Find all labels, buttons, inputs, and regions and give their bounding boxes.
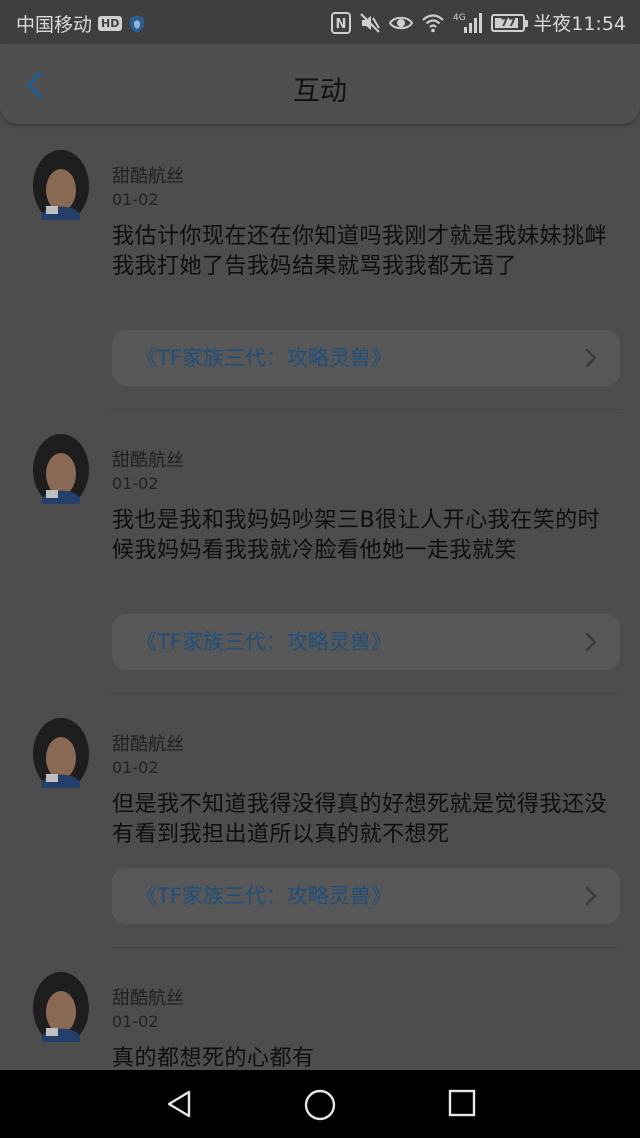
- system-nav-bar: [0, 1070, 640, 1138]
- avatar[interactable]: [32, 716, 90, 788]
- book-link-card[interactable]: 《TF家族三代：攻略灵兽》: [112, 330, 620, 386]
- title-bar: 互动: [0, 44, 640, 124]
- divider: [110, 409, 620, 410]
- book-link-title: 《TF家族三代：攻略灵兽》: [136, 884, 392, 908]
- post-text: 但是我不知道我得没得真的好想死就是觉得我还没有看到我担出道所以真的就不想死: [112, 792, 608, 847]
- home-circle-icon[interactable]: [303, 1088, 337, 1122]
- post-text: 真的都想死的心都有: [112, 1046, 315, 1070]
- book-link-title: 《TF家族三代：攻略灵兽》: [136, 630, 392, 654]
- eye-icon: [389, 16, 414, 29]
- chevron-right-icon: [585, 348, 597, 368]
- avatar[interactable]: [32, 970, 90, 1042]
- back-triangle-icon[interactable]: [163, 1088, 195, 1120]
- recents-square-icon[interactable]: [447, 1088, 477, 1118]
- divider: [110, 693, 620, 694]
- post-date: 01-02: [112, 190, 159, 209]
- divider: [110, 947, 620, 948]
- author-name: 甜酷航丝: [112, 166, 184, 187]
- battery-level: 77: [500, 15, 516, 29]
- book-link-card[interactable]: 《TF家族三代：攻略灵兽》: [112, 868, 620, 924]
- post-text: 我也是我和我妈妈吵架三B很让人开心我在笑的时候我妈妈看我我就冷脸看他她一走我就笑: [112, 508, 601, 563]
- book-link-card[interactable]: 《TF家族三代：攻略灵兽》: [112, 614, 620, 670]
- mute-icon: [360, 12, 381, 33]
- clock: 半夜11:54: [533, 13, 626, 35]
- wifi-icon: [422, 13, 445, 32]
- svg-text:4G: 4G: [453, 13, 466, 23]
- post-date: 01-02: [112, 758, 159, 777]
- nfc-icon: N: [331, 11, 352, 34]
- status-bar: 中国移动 HD N 4G 77 半夜11:54: [0, 0, 640, 44]
- avatar[interactable]: [32, 148, 90, 220]
- hd-badge: HD: [98, 16, 123, 31]
- post-date: 01-02: [112, 474, 159, 493]
- author-name: 甜酷航丝: [112, 988, 184, 1009]
- post-text: 我估计你现在还在你知道吗我刚才就是我妹妹挑衅我我打她了告我妈结果就骂我我都无语了: [112, 224, 608, 279]
- battery-icon: 77: [491, 13, 529, 32]
- author-name: 甜酷航丝: [112, 450, 184, 471]
- chevron-right-icon: [585, 886, 597, 906]
- avatar[interactable]: [32, 432, 90, 504]
- carrier-label: 中国移动: [16, 14, 93, 36]
- shield-icon: [130, 14, 145, 33]
- svg-text:N: N: [336, 17, 347, 32]
- author-name: 甜酷航丝: [112, 734, 184, 755]
- signal-icon: 4G: [453, 12, 483, 33]
- interaction-feed[interactable]: 甜酷航丝 01-02 我估计你现在还在你知道吗我刚才就是我妹妹挑衅我我打她了告我…: [0, 124, 640, 1070]
- book-link-title: 《TF家族三代：攻略灵兽》: [136, 346, 392, 370]
- chevron-right-icon: [585, 632, 597, 652]
- post-date: 01-02: [112, 1012, 159, 1031]
